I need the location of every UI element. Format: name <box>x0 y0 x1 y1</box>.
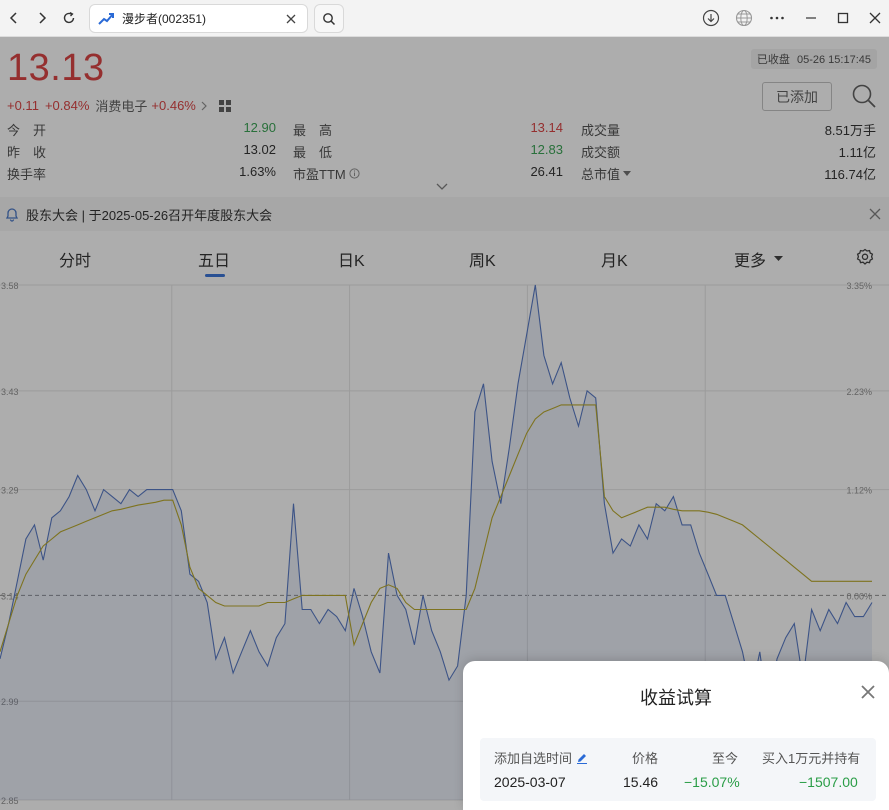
stock-app-icon <box>98 12 114 25</box>
info-icon[interactable] <box>349 168 360 179</box>
pe-label: 市盈TTM <box>293 167 346 182</box>
y-right-tick-label: 3.35% <box>846 281 872 291</box>
col-add-time-header[interactable]: 添加自选时间 <box>494 748 588 767</box>
chevron-right-icon <box>201 101 207 110</box>
mktcap-label: 总市值 <box>581 167 621 182</box>
globe-icon[interactable] <box>732 6 756 30</box>
open-label: 今 开 <box>7 123 47 138</box>
profit-calculator-dialog: 收益试算 添加自选时间 价格 至今 买入1万元并持有 2025-03-07 15… <box>463 661 889 810</box>
more-menu-icon[interactable] <box>765 6 789 30</box>
pe-value: 26.41 <box>530 164 563 179</box>
notice-bar[interactable]: 股东大会 | 于2025-05-26召开年度股东大会 <box>0 197 889 231</box>
back-icon[interactable] <box>2 6 26 30</box>
close-notice-icon[interactable] <box>869 208 881 220</box>
price-change: +0.11 <box>7 98 39 113</box>
col-hold-header: 买入1万元并持有 <box>762 751 861 766</box>
high-label: 最 高 <box>293 123 333 138</box>
tab-more[interactable]: 更多 <box>734 247 784 271</box>
col-since-header: 至今 <box>712 751 739 766</box>
search-icon[interactable] <box>851 83 877 109</box>
low-label: 最 低 <box>293 145 333 160</box>
search-icon <box>323 12 336 25</box>
caret-down-icon <box>774 256 784 261</box>
turnover-label: 换手率 <box>7 167 47 182</box>
period-tabs: 分时 五日 日K 周K 月K 更多 <box>0 237 889 279</box>
tab-daily-k[interactable]: 日K <box>338 247 365 271</box>
edit-pencil-icon <box>577 753 588 764</box>
y-right-tick-label: 2.23% <box>846 387 872 397</box>
y-left-tick-label: 3.58 <box>1 281 19 291</box>
download-icon[interactable] <box>699 6 723 30</box>
y-right-tick-label: 0.00% <box>846 591 872 601</box>
col-price-header: 价格 <box>632 751 659 766</box>
notice-text: 股东大会 | 于2025-05-26召开年度股东大会 <box>26 207 273 223</box>
forward-icon[interactable] <box>30 6 54 30</box>
close-dialog-icon[interactable] <box>859 683 877 701</box>
current-price: 13.13 <box>7 47 105 89</box>
amount-value: 1.11亿 <box>838 145 876 160</box>
caret-down-icon <box>623 170 632 176</box>
profit-table: 添加自选时间 价格 至今 买入1万元并持有 2025-03-07 15.46 −… <box>480 738 876 801</box>
sector-link[interactable]: 消费电子 +0.46% <box>95 96 207 115</box>
price-change-pct: +0.84% <box>44 98 90 113</box>
amount-label: 成交额 <box>581 145 621 160</box>
market-status: 已收盘 05-26 15:17:45 <box>750 49 877 69</box>
y-left-tick-label: 3.29 <box>1 486 19 496</box>
tab-title: 漫步者(002351) <box>122 12 207 26</box>
close-window-icon[interactable] <box>863 6 887 30</box>
bell-icon <box>5 208 19 222</box>
open-value: 12.90 <box>243 120 276 135</box>
mktcap-value: 116.74亿 <box>824 167 876 182</box>
sector-pct: +0.46% <box>151 98 196 113</box>
tab-five-day[interactable]: 五日 <box>198 247 230 271</box>
hold-value: −1507.00 <box>799 774 858 790</box>
y-right-tick-label: 1.12% <box>846 486 872 496</box>
col-add-time-label: 添加自选时间 <box>494 751 573 766</box>
stats-grid: 今 开 12.90 昨 收 13.02 换手率 1.63% 最 高 13.14 … <box>0 118 889 184</box>
search-tab-button[interactable] <box>314 4 344 33</box>
tab-close-icon[interactable] <box>283 11 299 27</box>
expand-chevron-icon[interactable] <box>436 183 448 191</box>
sector-name: 消费电子 <box>95 99 148 114</box>
mktcap-label-group[interactable]: 总市值 <box>581 164 632 183</box>
change-row: +0.11 +0.84% 消费电子 +0.46% <box>7 96 232 115</box>
grid-icon[interactable] <box>218 99 232 113</box>
tab-minute[interactable]: 分时 <box>59 247 91 271</box>
browser-tab[interactable]: 漫步者(002351) <box>89 4 308 33</box>
tab-weekly-k[interactable]: 周K <box>469 247 496 271</box>
low-value: 12.83 <box>530 142 563 157</box>
settings-gear-icon[interactable] <box>856 248 874 266</box>
prev-close-value: 13.02 <box>243 142 276 157</box>
status-timestamp: 05-26 15:17:45 <box>796 54 871 66</box>
since-pct-value: −15.07% <box>684 774 740 790</box>
reload-icon[interactable] <box>57 6 81 30</box>
added-watchlist-button[interactable]: 已添加 <box>762 82 832 111</box>
add-price-value: 15.46 <box>623 774 659 790</box>
pe-label-group: 市盈TTM <box>293 164 360 183</box>
prev-close-label: 昨 收 <box>7 145 47 160</box>
active-tab-indicator <box>205 274 225 277</box>
volume-label: 成交量 <box>581 123 621 138</box>
y-left-tick-label: 3.43 <box>1 387 19 397</box>
volume-value: 8.51万手 <box>824 123 876 138</box>
tab-monthly-k[interactable]: 月K <box>601 247 628 271</box>
add-date-value: 2025-03-07 <box>494 774 566 790</box>
browser-toolbar: 漫步者(002351) <box>0 0 889 37</box>
dialog-title: 收益试算 <box>640 688 712 708</box>
high-value: 13.14 <box>530 120 563 135</box>
tab-more-label: 更多 <box>734 253 767 270</box>
status-label: 已收盘 <box>756 54 790 66</box>
turnover-value: 1.63% <box>239 164 276 179</box>
maximize-icon[interactable] <box>831 6 855 30</box>
minimize-icon[interactable] <box>799 6 823 30</box>
